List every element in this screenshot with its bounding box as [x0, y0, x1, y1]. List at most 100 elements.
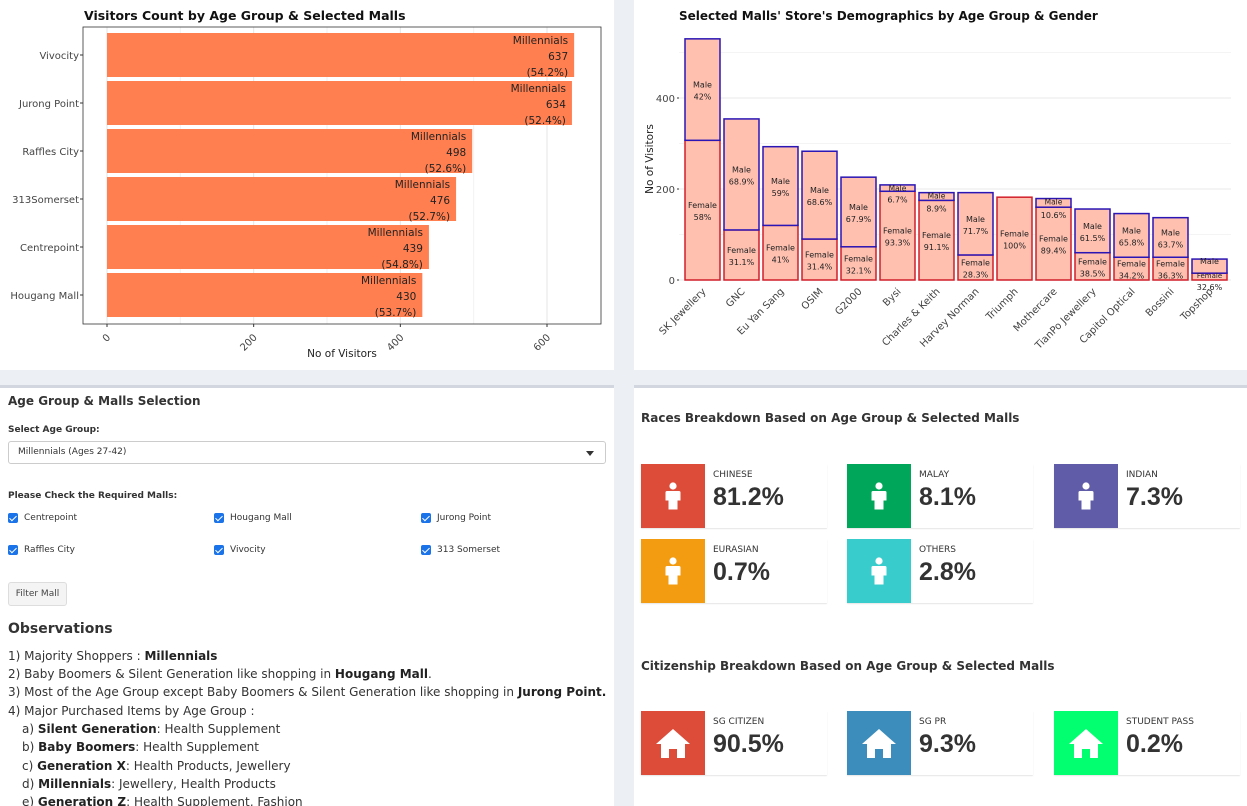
female-pct-label: 34.2% [1119, 272, 1145, 281]
checkbox-checked-icon [8, 513, 18, 523]
data-label: Millennials [513, 35, 568, 47]
male-label: Male [928, 192, 946, 201]
male-label: Male [1200, 257, 1219, 266]
person-icon [847, 539, 911, 603]
male-pct-label: 71.7% [963, 227, 989, 236]
race-box-others: OTHERS 2.8% [847, 539, 1033, 603]
chevron-down-icon [586, 451, 594, 456]
observation-line: c) Generation X: Health Products, Jewell… [22, 759, 291, 773]
checkbox-label: Centrepoint [24, 513, 78, 523]
info-box-value: 2.8% [919, 558, 976, 586]
female-label: Female [1117, 260, 1146, 269]
observation-line: 3) Most of the Age Group except Baby Boo… [8, 685, 607, 699]
y-tick-label: Hougang Mall [10, 291, 79, 302]
female-pct-label: 58% [694, 213, 712, 222]
x-tick-label: Triumph [984, 286, 1021, 323]
checkbox-label: Jurong Point [437, 513, 491, 523]
male-label: Male [771, 177, 790, 186]
info-box-label: INDIAN [1126, 470, 1158, 480]
female-label: Female [805, 251, 834, 260]
race-box-malay: MALAY 8.1% [847, 464, 1033, 528]
y-tick-label: 313Somerset [12, 195, 79, 206]
info-box-value: 0.7% [713, 558, 770, 586]
female-pct-label: 36.3% [1158, 272, 1184, 281]
person-icon [641, 539, 705, 603]
data-label: (52.7%) [409, 211, 451, 223]
female-label: Female [883, 227, 912, 236]
bar [107, 33, 575, 77]
age-group-select[interactable]: Millennials (Ages 27-42) [8, 441, 606, 464]
male-pct-label: 68.6% [807, 198, 833, 207]
info-box-label: EURASIAN [713, 545, 759, 555]
demographics-chart-title: Selected Malls' Store's Demographics by … [679, 9, 1098, 23]
male-pct-label: 10.6% [1041, 211, 1067, 220]
info-box-label: SG CITIZEN [713, 717, 765, 727]
male-pct-label: 68.9% [729, 177, 755, 186]
data-label: (54.8%) [381, 259, 423, 271]
male-label: Male [849, 203, 868, 212]
checkbox-jurong-point[interactable]: Jurong Point [421, 513, 491, 523]
age-group-label: Select Age Group: [8, 425, 100, 435]
checkbox-label: 313 Somerset [437, 545, 501, 555]
checkbox-raffles-city[interactable]: Raffles City [8, 545, 75, 555]
filter-mall-button[interactable]: Filter Mall [8, 582, 67, 606]
female-label: Female [961, 258, 990, 267]
data-label: (52.6%) [425, 163, 467, 175]
info-box-value: 0.2% [1126, 730, 1183, 758]
male-pct-label: 6.7% [887, 195, 908, 204]
race-box-indian: INDIAN 7.3% [1054, 464, 1240, 528]
data-label: 498 [446, 147, 466, 159]
x-tick-label: Bysi [881, 286, 903, 308]
male-pct-label: 65.8% [1119, 238, 1145, 247]
visitors-chart-title: Visitors Count by Age Group & Selected M… [84, 8, 406, 23]
x-tick-label: SK Jewellery [658, 286, 709, 337]
race-box-chinese: CHINESE 81.2% [641, 464, 827, 528]
female-label: Female [844, 254, 873, 263]
races-title: Races Breakdown Based on Age Group & Sel… [641, 411, 1020, 425]
bar [107, 81, 572, 125]
female-pct-label: 31.4% [807, 263, 833, 272]
male-label: Male [1045, 198, 1063, 207]
demographics-y-axis-label: No of Visitors [644, 124, 656, 194]
data-label: Millennials [368, 227, 423, 239]
malls-label: Please Check the Required Malls: [8, 491, 178, 501]
checkbox-checked-icon [214, 545, 224, 555]
observation-line: d) Millennials: Jewellery, Health Produc… [22, 777, 276, 791]
checkbox-vivocity[interactable]: Vivocity [214, 545, 266, 555]
male-pct-label: 61.5% [1080, 234, 1106, 243]
female-label: Female [1197, 272, 1222, 280]
male-pct-label: 63.7% [1158, 240, 1184, 249]
checkbox-centrepoint[interactable]: Centrepoint [8, 513, 77, 523]
male-label: Male [966, 215, 985, 224]
data-label: Millennials [511, 83, 566, 95]
data-label: Millennials [411, 131, 466, 143]
y-tick-label: Centrepoint [20, 243, 79, 254]
female-pct-label: 28.3% [963, 270, 989, 279]
data-label: 439 [403, 243, 423, 255]
home-icon [1054, 711, 1118, 775]
data-label: (53.7%) [375, 307, 417, 319]
citizen-box-student-pass: STUDENT PASS 0.2% [1054, 711, 1240, 775]
observation-line: a) Silent Generation: Health Supplement [22, 722, 281, 736]
female-label: Female [688, 201, 717, 210]
female-label: Female [1000, 230, 1029, 239]
y-tick-label: Raffles City [22, 147, 79, 158]
checkbox-hougang-mall[interactable]: Hougang Mall [214, 513, 292, 523]
female-pct-label: 38.5% [1080, 269, 1106, 278]
person-icon [641, 464, 705, 528]
visitors-bar-chart: Visitors Count by Age Group & Selected M… [10, 8, 602, 360]
female-label: Female [727, 246, 756, 255]
info-box-label: MALAY [919, 470, 950, 480]
female-pct-label: 91.1% [924, 243, 950, 252]
person-icon [1054, 464, 1118, 528]
checkbox-label: Hougang Mall [230, 513, 292, 523]
observation-line: e) Generation Z: Health Supplement, Fash… [22, 795, 303, 806]
y-tick-label: Vivocity [39, 51, 79, 62]
citizenship-title: Citizenship Breakdown Based on Age Group… [641, 659, 1055, 673]
male-label: Male [889, 184, 907, 193]
x-tick-label: 0 [101, 332, 113, 344]
checkbox-label: Vivocity [230, 545, 266, 555]
info-box-value: 9.3% [919, 730, 976, 758]
male-pct-label: 8.9% [926, 204, 947, 213]
checkbox-313-somerset[interactable]: 313 Somerset [421, 545, 500, 555]
